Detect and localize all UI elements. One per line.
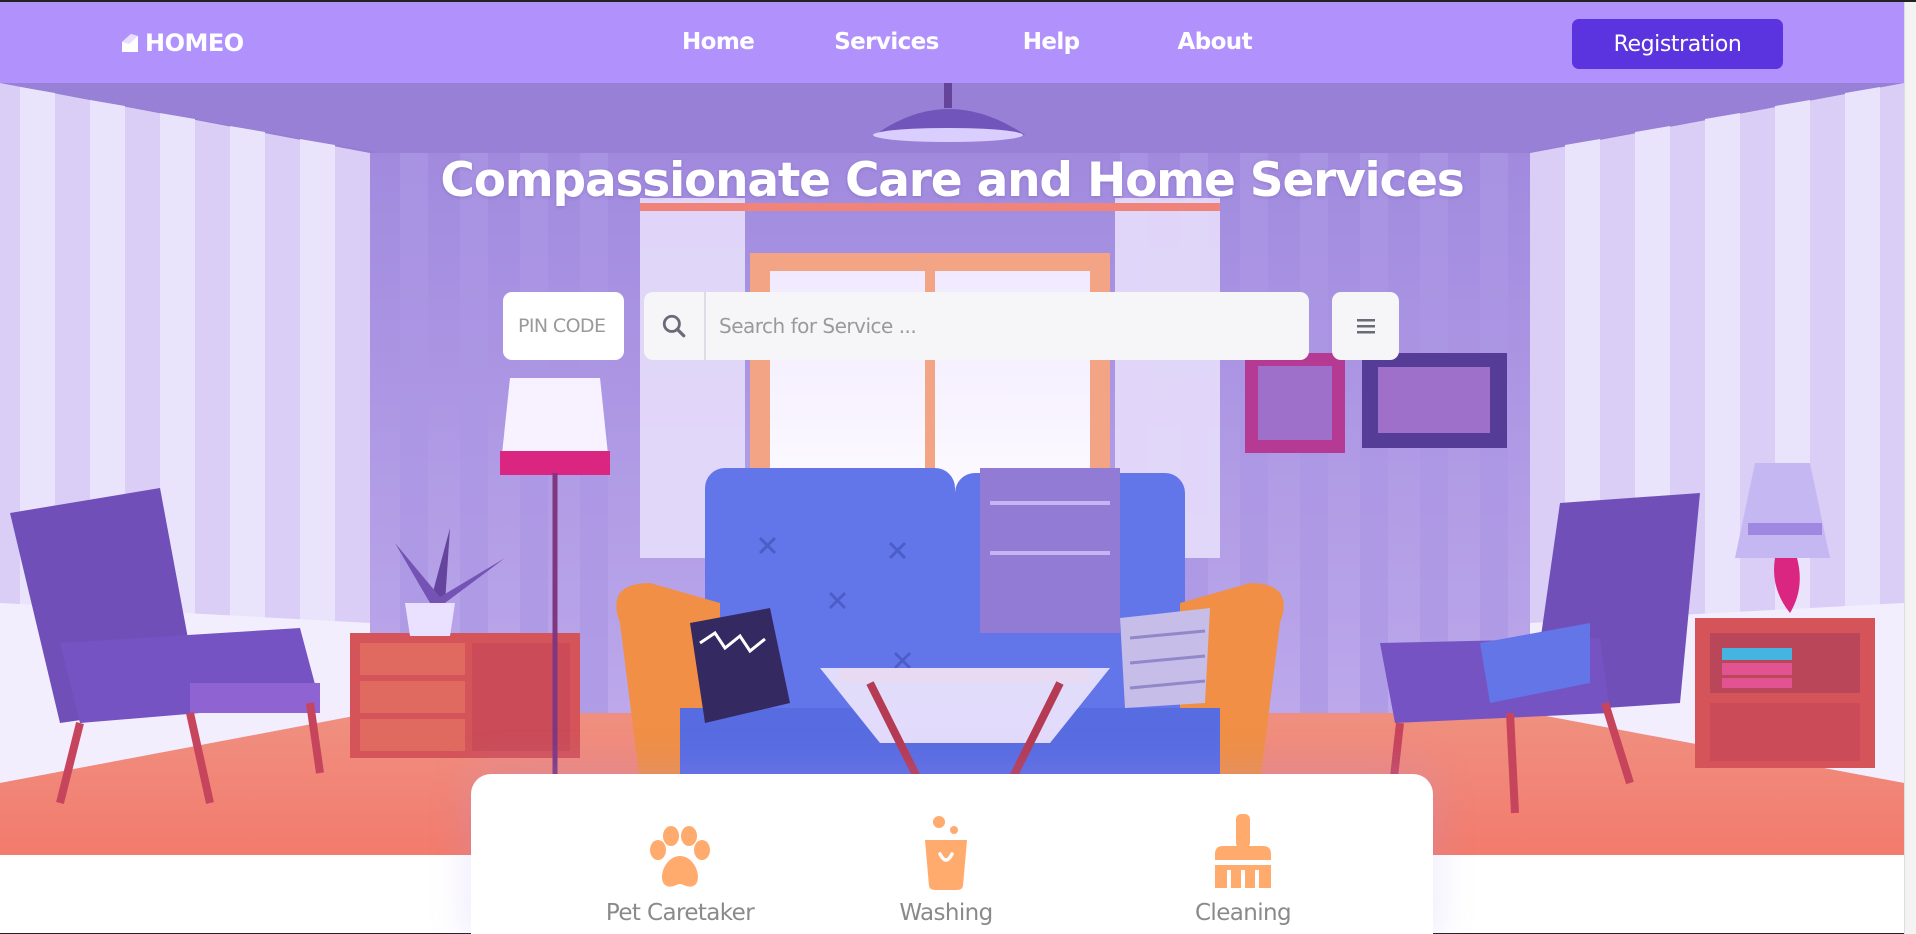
top-navbar: HOMEO Home Services Help About Registrat… xyxy=(0,2,1904,83)
brand-name: HOMEO xyxy=(145,29,244,57)
registration-button[interactable]: Registration xyxy=(1572,19,1783,69)
search-button[interactable] xyxy=(644,292,706,360)
main-menu: Home Services Help About xyxy=(682,29,1253,55)
service-pet-caretaker[interactable]: Pet Caretaker xyxy=(595,814,765,926)
nav-link-home[interactable]: Home xyxy=(682,29,755,55)
brand-logo[interactable]: HOMEO xyxy=(120,29,244,57)
bucket-icon xyxy=(925,816,967,890)
service-search-input[interactable] xyxy=(719,311,1289,341)
service-label: Cleaning xyxy=(1194,900,1292,926)
nav-link-services[interactable]: Services xyxy=(834,29,939,55)
service-cleaning[interactable]: Cleaning xyxy=(1173,814,1313,926)
service-label: Washing xyxy=(899,900,993,926)
services-card: Pet Caretaker Washing Cleaning xyxy=(471,774,1433,934)
service-label: Pet Caretaker xyxy=(605,900,755,926)
house-icon xyxy=(122,34,138,52)
hamburger-icon xyxy=(1356,319,1375,334)
browser-viewport: HOMEO Home Services Help About Registrat… xyxy=(0,0,1916,934)
hero-title: Compassionate Care and Home Services xyxy=(440,153,1464,208)
pin-code-field[interactable]: PIN CODE xyxy=(503,292,624,360)
paw-icon xyxy=(650,826,710,887)
service-search-bar xyxy=(644,292,1309,360)
hero-section: Compassionate Care and Home Services PIN… xyxy=(0,83,1904,855)
nav-link-help[interactable]: Help xyxy=(1023,29,1080,55)
search-icon xyxy=(662,314,686,338)
brush-icon xyxy=(1215,814,1271,888)
filter-menu-button[interactable] xyxy=(1332,292,1399,360)
nav-link-about[interactable]: About xyxy=(1178,29,1253,55)
vertical-scrollbar[interactable] xyxy=(1904,2,1916,934)
service-washing[interactable]: Washing xyxy=(876,814,1016,926)
page-content: HOMEO Home Services Help About Registrat… xyxy=(0,2,1904,934)
